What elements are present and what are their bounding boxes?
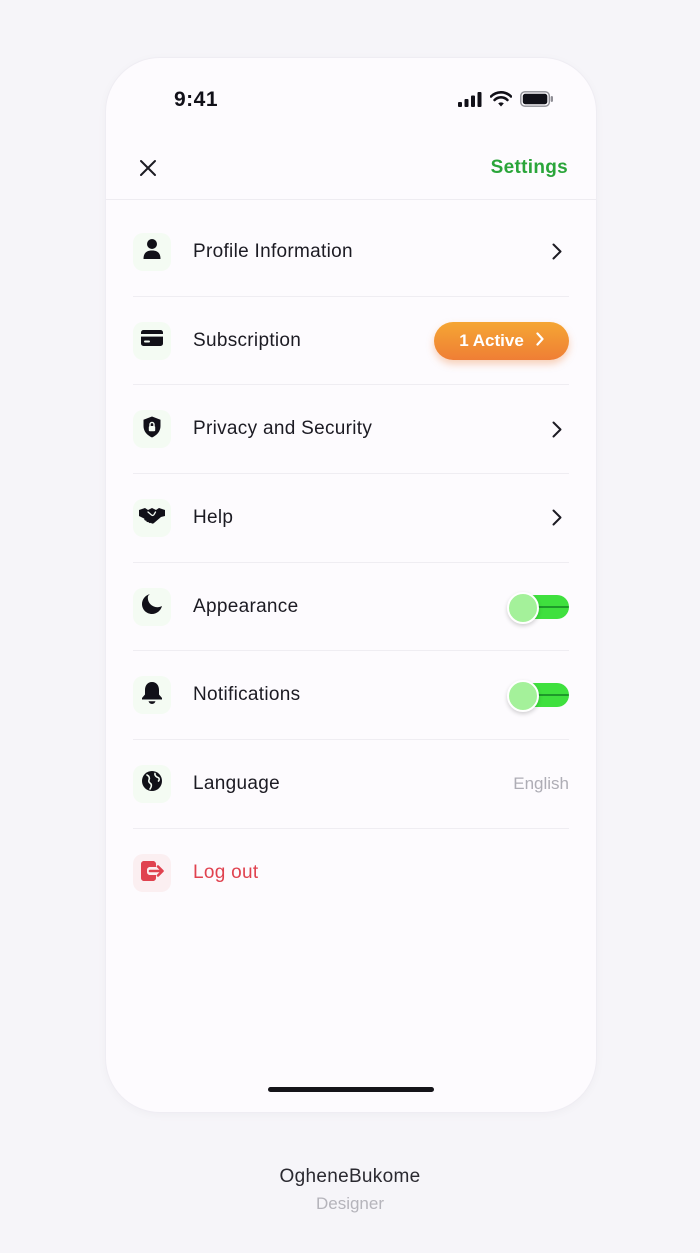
page-title: Settings [490,157,568,178]
close-icon [139,159,157,182]
menu-item-label: Notifications [193,684,301,706]
moon-icon [141,593,163,620]
handshake-icon [139,506,165,529]
icon-container [133,587,171,626]
home-indicator [268,1087,434,1092]
toggle-knob [507,591,539,624]
menu-item-subscription[interactable]: Subscription 1 Active [133,297,569,386]
cellular-signal-icon [458,91,482,112]
icon-container [133,764,171,803]
notifications-toggle[interactable] [507,680,569,713]
nav-bar: Settings [106,142,596,200]
icon-container [133,854,171,893]
credit-card-icon [141,330,163,351]
toggle-knob [507,680,539,713]
icon-container [133,410,171,449]
menu-item-appearance[interactable]: Appearance [133,563,569,652]
status-bar: 9:41 [106,58,596,142]
menu-item-privacy-and-security[interactable]: Privacy and Security [133,385,569,475]
settings-menu: Profile Information Subscription 1 Activ… [133,208,569,918]
menu-item-label: Subscription [193,329,302,351]
wifi-icon [489,91,513,112]
menu-item-label: Language [193,772,280,794]
language-value: English [513,773,569,793]
menu-item-label: Log out [193,862,259,884]
menu-item-label: Profile Information [193,240,353,262]
battery-icon [520,91,554,112]
icon-container [133,321,171,360]
status-icons [458,91,554,112]
person-icon [143,238,161,265]
designer-name: OgheneBukome [279,1166,421,1187]
logout-icon [140,860,164,887]
designer-role: Designer [315,1194,385,1213]
subscription-status-badge[interactable]: 1 Active [434,321,569,360]
badge-label: 1 Active [459,330,524,350]
bell-icon [141,681,163,710]
menu-item-log-out[interactable]: Log out [133,829,569,918]
menu-item-help[interactable]: Help [133,474,569,563]
chevron-right-icon [549,509,565,527]
menu-item-language[interactable]: Language English [133,740,569,829]
menu-item-label: Privacy and Security [193,418,373,440]
chevron-right-icon [536,331,544,351]
menu-item-label: Help [193,506,234,528]
chevron-right-icon [549,243,565,261]
close-button[interactable] [134,156,162,184]
chevron-right-icon [549,420,565,438]
menu-item-profile-information[interactable]: Profile Information [133,208,569,297]
status-time: 9:41 [174,88,219,111]
appearance-toggle[interactable] [507,591,569,624]
phone-frame: 9:41 Settings Profile Information Subscr… [106,58,596,1112]
menu-item-label: Appearance [193,595,299,617]
icon-container [133,676,171,715]
icon-container [133,498,171,537]
menu-item-notifications[interactable]: Notifications [133,651,569,741]
shield-lock-icon [143,416,161,443]
icon-container [133,232,171,271]
globe-icon [141,770,163,797]
